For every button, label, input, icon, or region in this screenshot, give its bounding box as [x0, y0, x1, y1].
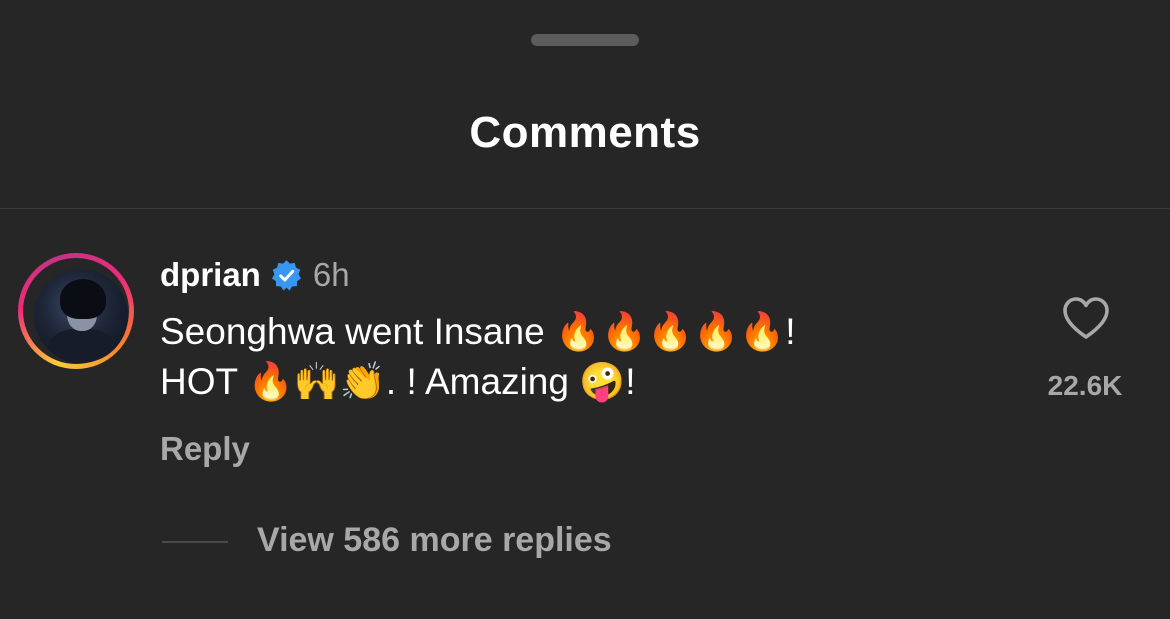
reply-button[interactable]: Reply: [160, 430, 250, 468]
comment-meta: dprian 6h: [160, 255, 350, 295]
sheet-title: Comments: [469, 108, 701, 157]
comment-timestamp: 6h: [312, 256, 350, 293]
header-divider: [0, 208, 1170, 209]
comments-sheet: Comments dprian 6h Seonghwa went Insane …: [0, 0, 1170, 619]
avatar: [34, 269, 128, 363]
heart-outline-icon[interactable]: [1061, 295, 1111, 341]
like-count: 22.6K: [1047, 370, 1123, 401]
view-more-replies-button[interactable]: View 586 more replies: [257, 521, 612, 560]
verified-badge-icon: [270, 259, 303, 292]
replies-divider-line: [162, 541, 228, 543]
comment-username[interactable]: dprian: [160, 256, 261, 294]
avatar-story-ring[interactable]: [18, 253, 134, 369]
sheet-grabber-handle[interactable]: [531, 34, 639, 46]
comment-body: Seonghwa went Insane 🔥🔥🔥🔥🔥! HOT 🔥🙌👏. ! A…: [160, 311, 796, 402]
